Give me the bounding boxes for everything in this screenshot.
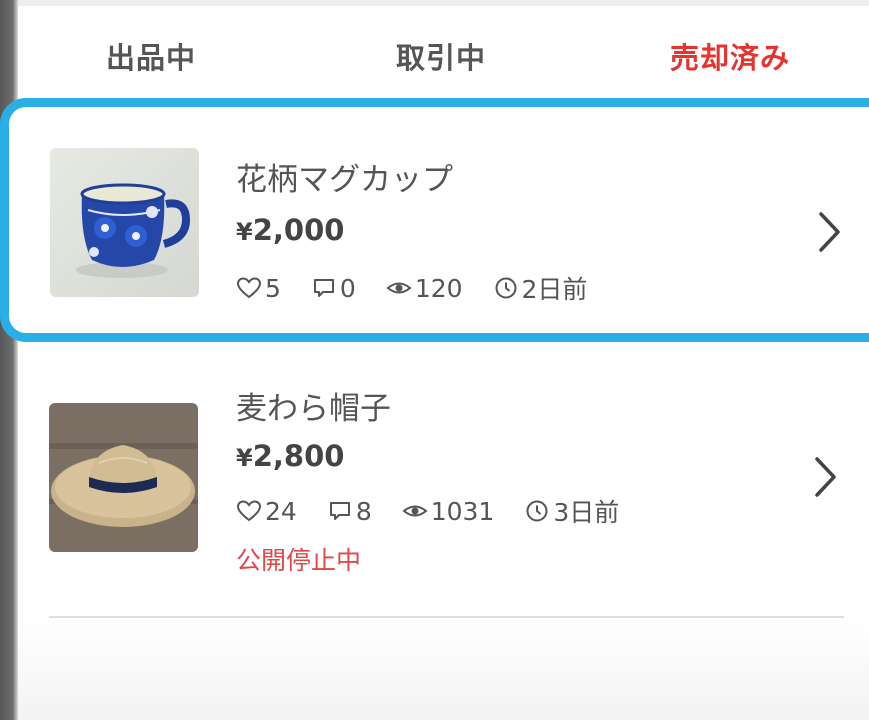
views-count: 1031 — [430, 496, 495, 526]
item-stats: 5 0 120 2日前 — [236, 270, 617, 306]
tab-listing[interactable]: 出品中 — [106, 30, 196, 86]
heart-icon — [236, 277, 262, 299]
status-tabs: 出品中 取引中 売却済み — [18, 30, 869, 86]
comments-count: 0 — [339, 273, 356, 303]
mug-thumbnail — [50, 148, 199, 297]
list-item-mug[interactable]: 花柄マグカップ ¥2,000 5 0 120 2日前 — [0, 98, 869, 342]
heart-icon — [236, 500, 262, 522]
item-stats: 24 8 1031 3日前 — [236, 493, 649, 529]
chevron-right-icon[interactable] — [810, 455, 840, 499]
tab-in-progress[interactable]: 取引中 — [396, 30, 486, 86]
clock-icon — [526, 500, 548, 522]
item-price: ¥2,800 — [236, 439, 345, 473]
list-empty-area — [18, 618, 869, 720]
likes-count: 5 — [265, 273, 281, 303]
status-badge: 公開停止中 — [236, 546, 362, 575]
likes-stat: 24 — [236, 497, 297, 526]
comment-icon — [313, 279, 334, 297]
posted-time: 3日前 — [553, 498, 620, 527]
likes-stat: 5 — [236, 274, 281, 303]
item-price: ¥2,000 — [236, 213, 345, 247]
tab-sold[interactable]: 売却済み — [670, 30, 790, 86]
posted-stat: 2日前 — [493, 270, 588, 306]
likes-count: 24 — [265, 496, 297, 526]
straw-hat-thumbnail — [49, 403, 198, 552]
posted-time: 2日前 — [521, 275, 588, 304]
item-title: 花柄マグカップ — [236, 162, 453, 198]
eye-icon — [386, 282, 412, 294]
mug-photo — [50, 148, 199, 297]
comments-count: 8 — [355, 496, 372, 526]
eye-icon — [402, 505, 428, 517]
comment-icon — [329, 502, 350, 520]
views-stat: 1031 — [402, 496, 495, 526]
list-item-straw-hat[interactable]: 麦わら帽子 ¥2,800 24 8 1031 3日前 公開停止中 — [0, 365, 869, 580]
comments-stat: 0 — [311, 274, 356, 303]
item-title: 麦わら帽子 — [236, 391, 391, 427]
clock-icon — [495, 277, 517, 299]
views-count: 120 — [414, 273, 463, 303]
views-stat: 120 — [386, 274, 463, 303]
chevron-right-icon[interactable] — [814, 210, 844, 254]
posted-stat: 3日前 — [524, 493, 619, 529]
straw-hat-photo — [49, 403, 198, 552]
top-divider — [18, 0, 869, 6]
comments-stat: 8 — [327, 497, 372, 526]
